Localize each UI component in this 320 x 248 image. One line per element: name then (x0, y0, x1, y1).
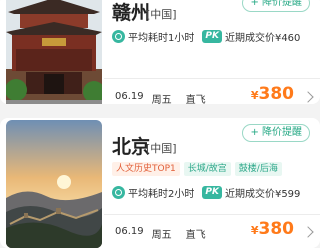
city-name: 北京 (112, 136, 151, 158)
divider (104, 214, 320, 215)
price-drop-reminder-button[interactable]: + 降价提醒 (242, 124, 310, 142)
pk-badge: PK (202, 29, 222, 43)
chevron-right-icon[interactable] (302, 91, 314, 103)
date-row: 06.19 周五 直飞 (115, 91, 206, 104)
tag-culture-history: 人文历史TOP1 (112, 162, 180, 176)
country-label: [中国] (146, 8, 177, 21)
tag-great-wall-forbidden-city: 长城/故宫 (183, 162, 231, 176)
price: ¥380 (251, 219, 294, 239)
clock-icon (112, 29, 125, 43)
city-name: 赣州 (112, 2, 151, 24)
tag-list: 人文历史TOP1 长城/故宫 鼓楼/后海 (112, 162, 282, 176)
recent-deal-price: 近期成交价¥460 (224, 32, 301, 44)
weekday: 周五 (151, 230, 172, 241)
price-value: 380 (258, 219, 295, 239)
country-label: [中国] (146, 142, 177, 155)
price-drop-reminder-button[interactable]: + 降价提醒 (242, 0, 310, 12)
great-wall-photo (6, 120, 102, 248)
recent-deal-price: 近期成交价¥599 (224, 188, 301, 200)
currency-symbol: ¥ (250, 224, 259, 237)
flight-type: 直飞 (185, 95, 206, 104)
flight-type: 直飞 (185, 230, 206, 241)
date-row: 06.19 周五 直飞 (115, 226, 206, 241)
weekday: 周五 (151, 95, 172, 104)
ganzhou-pavilion-photo (6, 0, 102, 104)
flight-info-row: 平均耗时1小时 PK 近期成交价¥460 (112, 28, 300, 44)
price: ¥380 (251, 84, 294, 104)
divider (104, 78, 320, 79)
chevron-right-icon[interactable] (302, 226, 314, 238)
departure-date: 06.19 (115, 91, 144, 102)
destination-card-ganzhou[interactable]: 赣州 [中国] + 降价提醒 平均耗时1小时 PK 近期成交价¥460 06.1… (0, 0, 320, 104)
avg-flight-time: 平均耗时1小时 (128, 32, 195, 44)
clock-icon (112, 185, 125, 199)
pk-badge: PK (202, 185, 222, 199)
avg-flight-time: 平均耗时2小时 (128, 188, 195, 200)
currency-symbol: ¥ (250, 89, 259, 102)
tag-drum-tower-houhai: 鼓楼/后海 (234, 162, 282, 176)
destination-card-beijing[interactable]: 北京 [中国] + 降价提醒 人文历史TOP1 长城/故宫 鼓楼/后海 平均耗时… (0, 118, 320, 248)
departure-date: 06.19 (115, 226, 144, 237)
price-value: 380 (258, 84, 295, 104)
flight-info-row: 平均耗时2小时 PK 近期成交价¥599 (112, 184, 300, 200)
